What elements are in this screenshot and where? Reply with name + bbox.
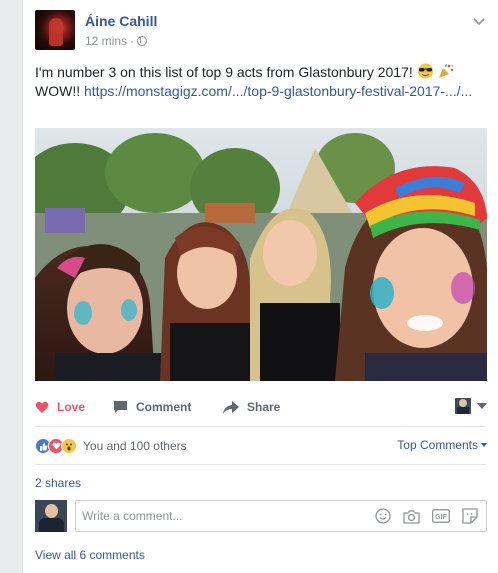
love-label: Love — [57, 400, 86, 414]
post-as-selector[interactable] — [455, 398, 487, 414]
party-popper-emoji-icon — [438, 63, 454, 78]
share-button[interactable]: Share — [223, 400, 280, 414]
share-arrow-icon — [223, 400, 239, 414]
comment-bubble-icon — [114, 401, 127, 413]
post-header: Áine Cahill 12 mins · — [35, 10, 486, 52]
comment-composer: GIF — [35, 500, 487, 532]
reactions-count[interactable]: You and 100 others — [83, 439, 187, 453]
reactions-summary[interactable]: You and 100 others Top Comments — [35, 436, 487, 456]
love-button[interactable]: Love — [35, 400, 85, 414]
author-avatar[interactable] — [35, 10, 75, 50]
user-mini-avatar — [455, 398, 471, 414]
sticker-icon[interactable] — [462, 508, 478, 524]
post-meta: 12 mins · — [85, 34, 148, 48]
chevron-down-icon[interactable] — [472, 14, 486, 28]
post-text-line1: I'm number 3 on this list of top 9 acts … — [35, 64, 413, 80]
post-card: Áine Cahill 12 mins · I'm number 3 on th… — [22, 0, 498, 573]
view-all-comments-link[interactable]: View all 6 comments — [35, 548, 145, 562]
top-comments-label: Top Comments — [397, 438, 478, 452]
wow-reaction-icon — [61, 438, 77, 454]
post-link[interactable]: https://monstagigz.com/.../top-9-glaston… — [84, 83, 472, 99]
camera-icon[interactable] — [403, 509, 420, 524]
share-label: Share — [247, 400, 281, 414]
post-text: I'm number 3 on this list of top 9 acts … — [35, 63, 485, 101]
caret-down-icon — [481, 443, 487, 447]
comment-label: Comment — [136, 400, 192, 414]
comment-input-box[interactable]: GIF — [75, 500, 487, 532]
author-name[interactable]: Áine Cahill — [85, 13, 157, 29]
globe-icon — [137, 36, 148, 46]
comment-input[interactable] — [76, 501, 356, 531]
post-photo[interactable] — [35, 128, 487, 381]
comment-tools: GIF — [375, 508, 478, 524]
gif-icon[interactable]: GIF — [432, 509, 450, 523]
post-text-wow: WOW!! — [35, 83, 81, 99]
divider — [35, 464, 486, 465]
post-actions: Love Comment Share — [35, 396, 487, 422]
top-comments-dropdown[interactable]: Top Comments — [397, 438, 487, 452]
emoji-icon[interactable] — [375, 508, 391, 524]
caret-down-icon — [477, 403, 487, 409]
svg-text:GIF: GIF — [435, 514, 447, 521]
current-user-avatar[interactable] — [35, 500, 67, 532]
meta-separator: · — [130, 34, 135, 48]
sunglasses-emoji-icon — [417, 63, 433, 79]
divider — [35, 426, 486, 427]
comment-button[interactable]: Comment — [113, 400, 191, 414]
post-time[interactable]: 12 mins — [85, 34, 127, 48]
shares-link[interactable]: 2 shares — [35, 476, 81, 490]
heart-icon — [35, 401, 49, 413]
